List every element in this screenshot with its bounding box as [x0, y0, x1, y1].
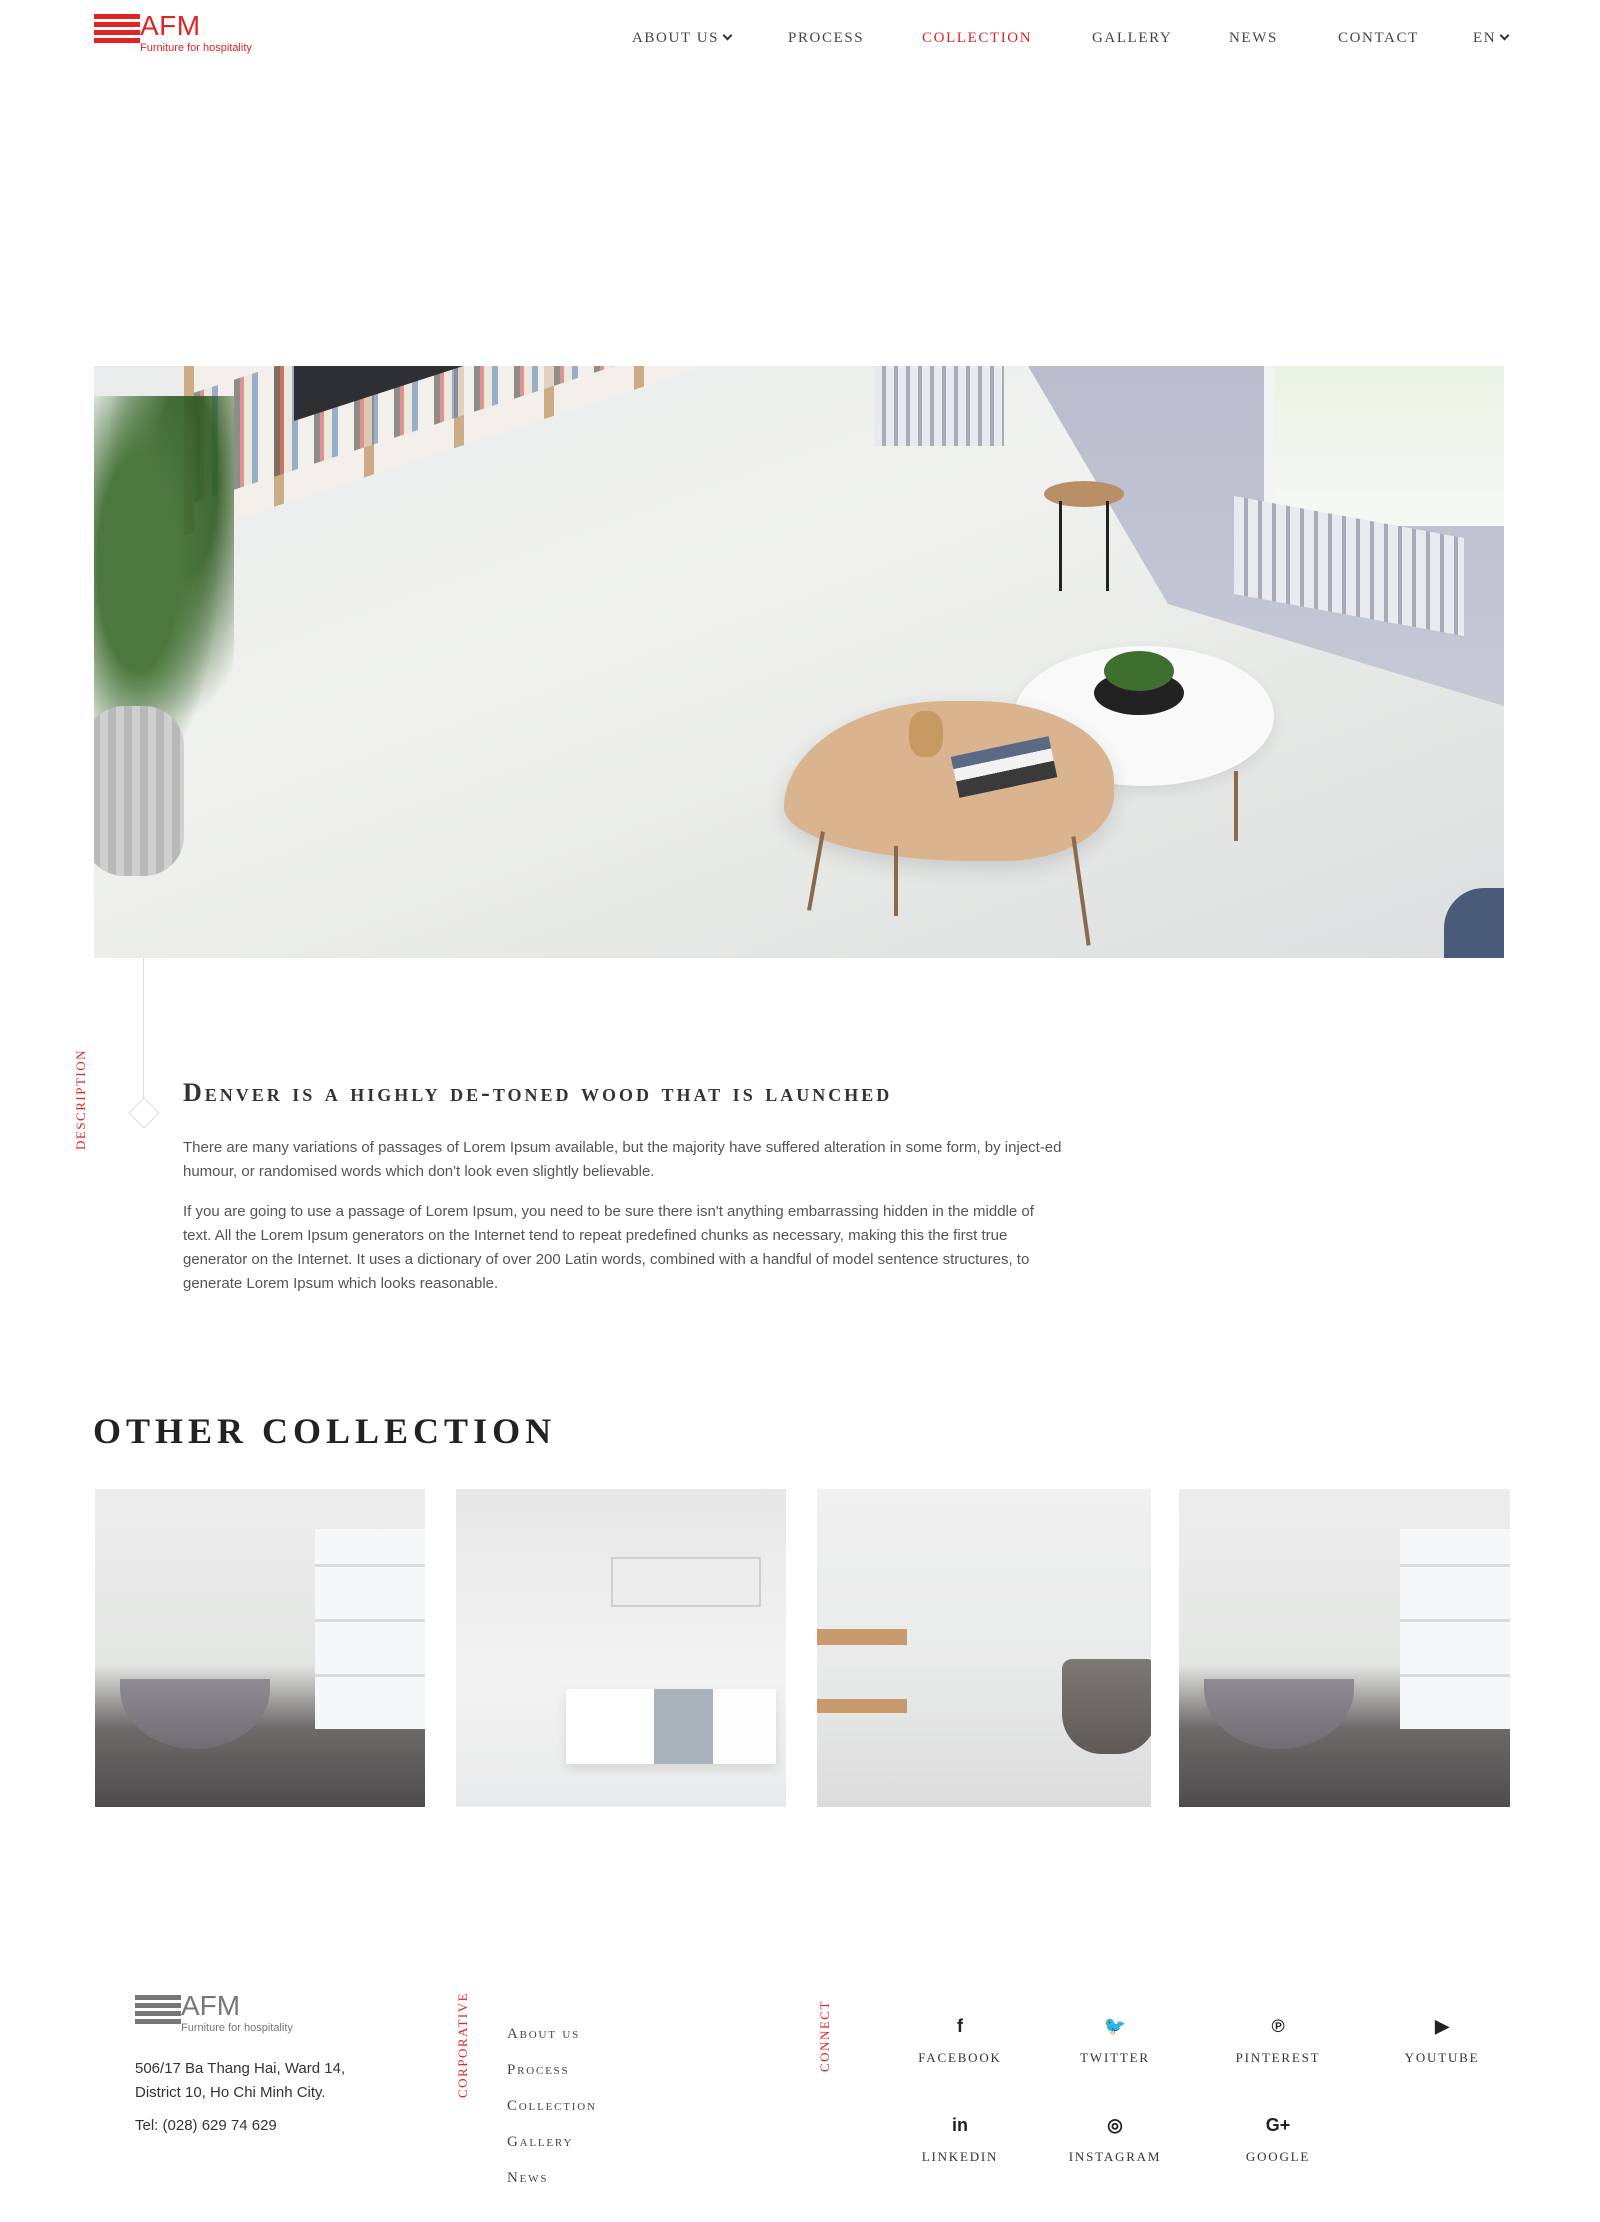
- collection-card-4[interactable]: [1179, 1489, 1510, 1807]
- collection-card-1[interactable]: [95, 1489, 425, 1807]
- social-label: YOUTUBE: [1404, 2050, 1480, 2065]
- google-plus-icon: G+: [1265, 2115, 1291, 2135]
- social-label: GOOGLE: [1245, 2149, 1311, 2164]
- social-label: LINKEDIN: [921, 2149, 999, 2164]
- hero-image: [94, 366, 1504, 958]
- nav-collection[interactable]: COLLECTION: [922, 30, 1032, 47]
- footer-address-line-1: 506/17 Ba Thang Hai, Ward 14,: [135, 2060, 346, 2077]
- connect-label: CONNECT: [817, 2000, 832, 2072]
- pinterest-icon: ℗: [1271, 2016, 1285, 2036]
- nav-about-us[interactable]: ABOUT US: [632, 30, 733, 47]
- description-side-label: DESCRIPTION: [73, 1048, 88, 1150]
- social-label: INSTAGRAM: [1068, 2149, 1162, 2164]
- footer-link-process[interactable]: Process: [507, 2062, 570, 2079]
- social-facebook[interactable]: f FACEBOOK: [905, 2016, 1015, 2076]
- social-linkedin[interactable]: in LINKEDIN: [905, 2115, 1015, 2175]
- footer-logo-tagline: Furniture for hospitality: [181, 2022, 293, 2034]
- logo-stripes-icon: [135, 1995, 181, 2033]
- social-label: PINTEREST: [1235, 2050, 1321, 2065]
- footer-link-collection[interactable]: Collection: [507, 2098, 597, 2115]
- linkedin-icon: in: [952, 2115, 968, 2135]
- footer-logo-brand: AFM: [181, 1990, 241, 2021]
- nav-gallery[interactable]: GALLERY: [1092, 30, 1172, 47]
- footer-address-line-2: District 10, Ho Chi Minh City.: [135, 2084, 326, 2101]
- footer-link-gallery[interactable]: Gallery: [507, 2134, 573, 2151]
- chevron-down-icon: [1499, 30, 1510, 41]
- social-label: FACEBOOK: [918, 2050, 1002, 2065]
- social-instagram[interactable]: ◎ INSTAGRAM: [1060, 2115, 1170, 2175]
- chevron-down-icon: [722, 30, 733, 41]
- instagram-icon: ◎: [1107, 2115, 1123, 2135]
- social-youtube[interactable]: ▶ YOUTUBE: [1387, 2016, 1497, 2076]
- social-google-plus[interactable]: G+ GOOGLE: [1223, 2115, 1333, 2175]
- description-paragraph: If you are going to use a passage of Lor…: [183, 1203, 1034, 1292]
- main-nav: ABOUT US PROCESS COLLECTION GALLERY NEWS…: [0, 30, 1600, 50]
- collection-card-2[interactable]: [456, 1489, 786, 1807]
- social-label: TWITTER: [1080, 2050, 1150, 2065]
- description-divider-line: [143, 958, 144, 1116]
- footer-link-news[interactable]: News: [507, 2170, 548, 2187]
- collection-card-3[interactable]: [817, 1489, 1151, 1807]
- site-header: AFM Furniture for hospitality ABOUT US P…: [0, 0, 1600, 80]
- social-twitter[interactable]: 🐦 TWITTER: [1060, 2016, 1170, 2076]
- footer-logo[interactable]: AFM Furniture for hospitality: [135, 1990, 315, 2039]
- description-title: Denver is a highly de-toned wood that is…: [183, 1078, 893, 1107]
- youtube-icon: ▶: [1435, 2016, 1449, 2036]
- corporative-label: CORPORATIVE: [455, 1991, 470, 2098]
- nav-news[interactable]: NEWS: [1229, 30, 1278, 47]
- footer-phone: Tel: (028) 629 74 629: [135, 2117, 277, 2134]
- nav-process[interactable]: PROCESS: [788, 30, 864, 47]
- nav-contact[interactable]: CONTACT: [1338, 30, 1419, 47]
- language-selector[interactable]: EN: [1473, 30, 1510, 47]
- footer-link-about-us[interactable]: About us: [507, 2026, 580, 2043]
- other-collection-title: OTHER COLLECTION: [93, 1411, 557, 1451]
- twitter-icon: 🐦: [1103, 2016, 1127, 2036]
- diamond-ornament-icon: [128, 1097, 160, 1129]
- facebook-icon: f: [957, 2016, 963, 2036]
- description-paragraph: There are many variations of passages of…: [183, 1139, 1062, 1180]
- social-pinterest[interactable]: ℗ PINTEREST: [1223, 2016, 1333, 2076]
